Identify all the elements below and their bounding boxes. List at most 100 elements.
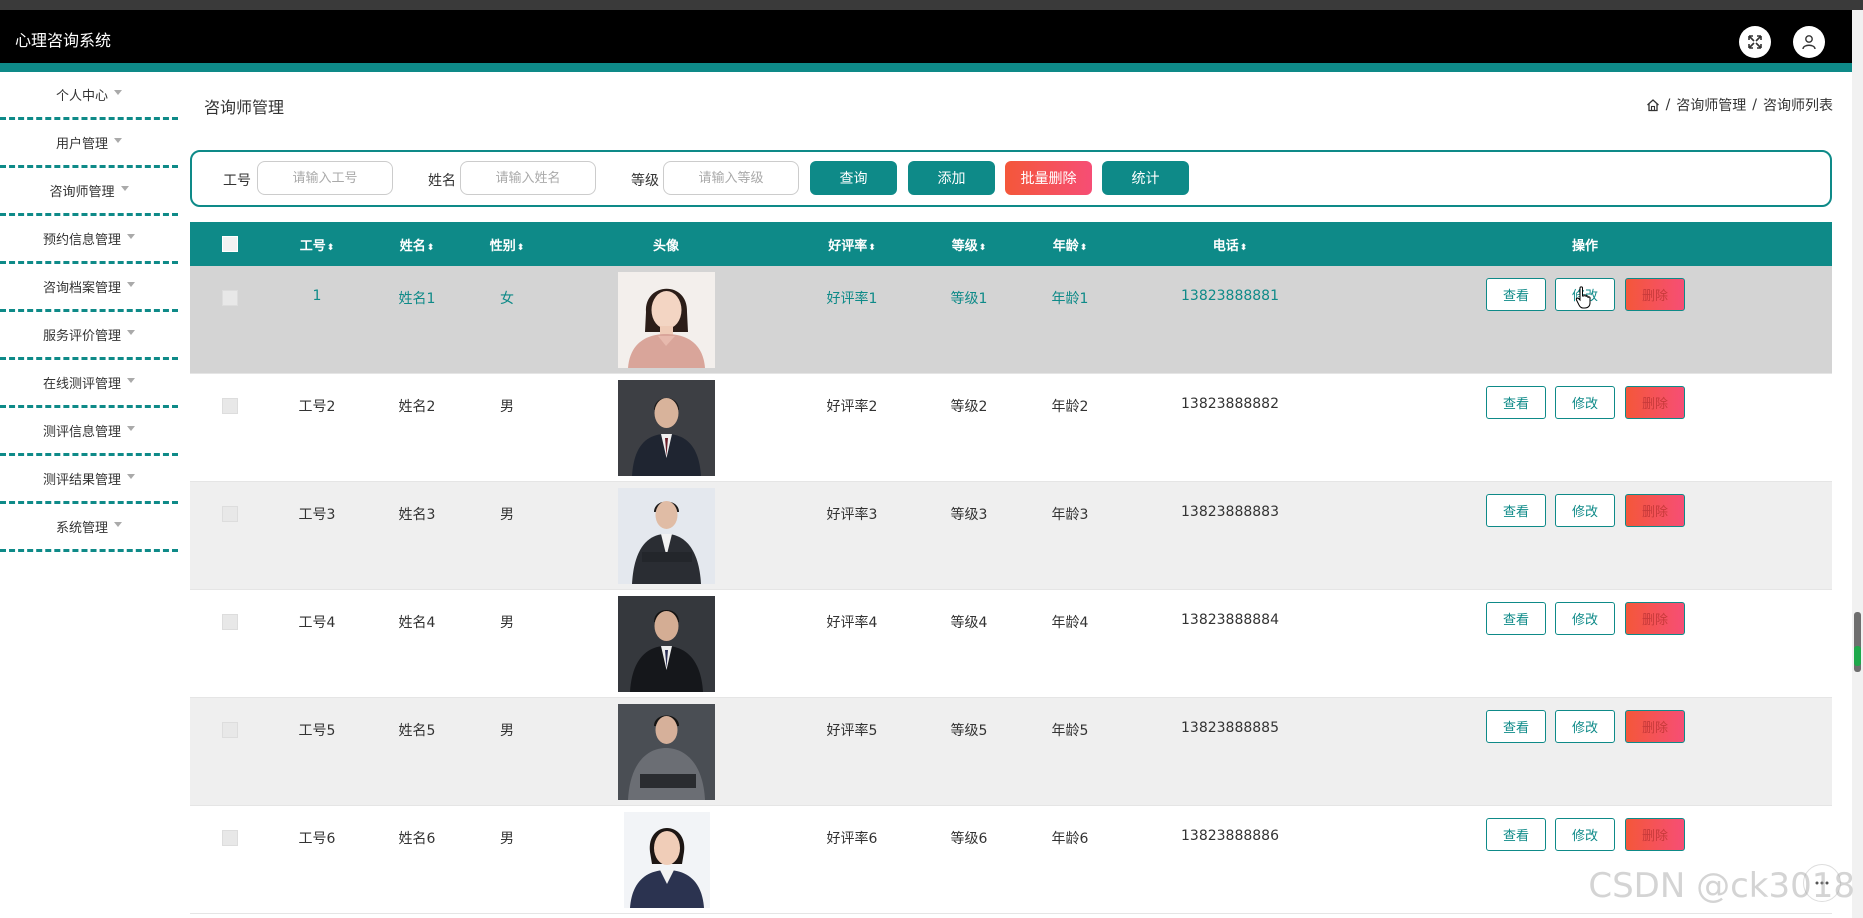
cell-haopinglv: 好评率3	[826, 507, 878, 523]
row-checkbox[interactable]	[222, 830, 238, 846]
caret-down-icon	[127, 474, 135, 479]
sidebar-item-label: 系统管理	[55, 521, 108, 536]
sort-icon[interactable]: ⬍	[427, 243, 435, 253]
row-checkbox[interactable]	[222, 614, 238, 630]
sidebar-item-label: 咨询师管理	[49, 185, 115, 200]
cell-xingming: 姓名1	[398, 291, 436, 307]
view-button[interactable]: 查看	[1486, 386, 1546, 419]
watermark: CSDN @ck3018	[1588, 866, 1855, 906]
cell-gonghao: 工号3	[298, 507, 336, 523]
dengji-input[interactable]	[663, 161, 799, 195]
table-row: 工号4 姓名4 男 好评率4 等级4 年龄4 13823888884 查看 修改…	[190, 590, 1832, 698]
delete-button[interactable]: 删除	[1625, 710, 1685, 743]
sort-icon[interactable]: ⬍	[517, 243, 525, 253]
query-button[interactable]: 查询	[810, 161, 897, 195]
scrollbar-indicator	[1854, 646, 1861, 666]
sort-icon[interactable]: ⬍	[868, 243, 876, 253]
user-menu-button[interactable]	[1793, 26, 1825, 58]
cell-dianhua: 13823888885	[1181, 720, 1279, 736]
sidebar-item-personal-center[interactable]: 个人中心	[0, 72, 178, 120]
sidebar-item-online-assessment[interactable]: 在线测评管理	[0, 360, 178, 408]
cell-xingming: 姓名6	[398, 831, 436, 847]
view-button[interactable]: 查看	[1486, 278, 1546, 311]
cell-dianhua: 13823888883	[1181, 504, 1279, 520]
view-button[interactable]: 查看	[1486, 494, 1546, 527]
column-header-dianhua[interactable]: 电话⬍	[1213, 235, 1248, 254]
delete-button[interactable]: 删除	[1625, 494, 1685, 527]
table-header: 工号⬍ 姓名⬍ 性别⬍ 头像 好评率⬍ 等级⬍ 年龄⬍ 电话⬍ 操作	[190, 222, 1832, 266]
view-button[interactable]: 查看	[1486, 818, 1546, 851]
page-title: 咨询师管理	[204, 98, 285, 117]
sidebar-item-label: 个人中心	[55, 89, 108, 104]
sidebar-item-system-management[interactable]: 系统管理	[0, 504, 178, 552]
caret-down-icon	[114, 522, 122, 527]
sort-icon[interactable]: ⬍	[1240, 243, 1248, 253]
edit-button[interactable]: 修改	[1555, 818, 1615, 851]
gonghao-input[interactable]	[257, 161, 393, 195]
cell-xingbie: 男	[500, 615, 514, 631]
column-header-gonghao[interactable]: 工号⬍	[300, 235, 335, 254]
table-row: 工号5 姓名5 男 好评率5 等级5 年龄5 13823888885 查看 修改…	[190, 698, 1832, 806]
view-button[interactable]: 查看	[1486, 710, 1546, 743]
cell-dianhua: 13823888881	[1181, 288, 1279, 304]
counselor-avatar	[618, 380, 715, 476]
edit-button[interactable]: 修改	[1555, 710, 1615, 743]
delete-button[interactable]: 删除	[1625, 278, 1685, 311]
caret-down-icon	[127, 234, 135, 239]
row-checkbox[interactable]	[222, 398, 238, 414]
column-header-xingming[interactable]: 姓名⬍	[400, 235, 435, 254]
table-row: 1 姓名1 女 好评率1 等级1 年龄1 13823888881 查看 修改 删…	[190, 266, 1832, 374]
breadcrumb: / 咨询师管理 / 咨询师列表	[1646, 95, 1833, 115]
page-scrollbar[interactable]	[1852, 10, 1863, 918]
view-button[interactable]: 查看	[1486, 602, 1546, 635]
add-button[interactable]: 添加	[908, 161, 995, 195]
cell-nianling: 年龄5	[1051, 723, 1089, 739]
sort-icon[interactable]: ⬍	[1080, 243, 1088, 253]
table-row: 工号3 姓名3 男 好评率3 等级3 年龄3 13823888883 查看 修改…	[190, 482, 1832, 590]
sidebar-item-appointment-management[interactable]: 预约信息管理	[0, 216, 178, 264]
sidebar-item-label: 测评信息管理	[42, 425, 121, 440]
delete-button[interactable]: 删除	[1625, 386, 1685, 419]
sidebar-item-label: 用户管理	[55, 137, 108, 152]
edit-button[interactable]: 修改	[1555, 494, 1615, 527]
edit-button[interactable]: 修改	[1555, 386, 1615, 419]
cell-nianling: 年龄2	[1051, 399, 1089, 415]
column-header-xingbie[interactable]: 性别⬍	[490, 235, 525, 254]
delete-button[interactable]: 删除	[1625, 602, 1685, 635]
cell-haopinglv: 好评率1	[826, 291, 878, 307]
column-header-haopinglv[interactable]: 好评率⬍	[828, 235, 876, 254]
cell-xingbie: 女	[500, 291, 514, 307]
column-header-nianling[interactable]: 年龄⬍	[1053, 235, 1088, 254]
sidebar-item-user-management[interactable]: 用户管理	[0, 120, 178, 168]
row-checkbox[interactable]	[222, 722, 238, 738]
cell-dengji: 等级4	[950, 615, 988, 631]
edit-button[interactable]: 修改	[1555, 602, 1615, 635]
cell-gonghao: 工号6	[298, 831, 336, 847]
home-icon[interactable]	[1646, 98, 1660, 112]
cell-gonghao: 工号4	[298, 615, 336, 631]
sort-icon[interactable]: ⬍	[979, 243, 987, 253]
sidebar-item-counselor-management[interactable]: 咨询师管理	[0, 168, 178, 216]
cell-gonghao: 1	[312, 288, 322, 304]
select-all-checkbox[interactable]	[222, 236, 238, 252]
caret-down-icon	[127, 282, 135, 287]
row-checkbox[interactable]	[222, 290, 238, 306]
sort-icon[interactable]: ⬍	[327, 243, 335, 253]
sidebar-item-assessment-results[interactable]: 测评结果管理	[0, 456, 178, 504]
batch-delete-button[interactable]: 批量删除	[1005, 161, 1092, 195]
breadcrumb-item[interactable]: 咨询师管理	[1676, 95, 1746, 115]
sidebar-item-label: 测评结果管理	[42, 473, 121, 488]
xingming-input[interactable]	[460, 161, 596, 195]
fullscreen-button[interactable]	[1739, 26, 1771, 58]
column-header-dengji[interactable]: 等级⬍	[952, 235, 987, 254]
stats-button[interactable]: 统计	[1102, 161, 1189, 195]
sidebar: 个人中心 用户管理 咨询师管理 预约信息管理 咨询档案管理 服务评价管理 在线测…	[0, 72, 178, 918]
cell-xingbie: 男	[500, 831, 514, 847]
sidebar-item-assessment-info[interactable]: 测评信息管理	[0, 408, 178, 456]
cell-nianling: 年龄1	[1051, 291, 1089, 307]
sidebar-item-archive-management[interactable]: 咨询档案管理	[0, 264, 178, 312]
delete-button[interactable]: 删除	[1625, 818, 1685, 851]
counselor-avatar	[618, 596, 715, 692]
sidebar-item-review-management[interactable]: 服务评价管理	[0, 312, 178, 360]
row-checkbox[interactable]	[222, 506, 238, 522]
